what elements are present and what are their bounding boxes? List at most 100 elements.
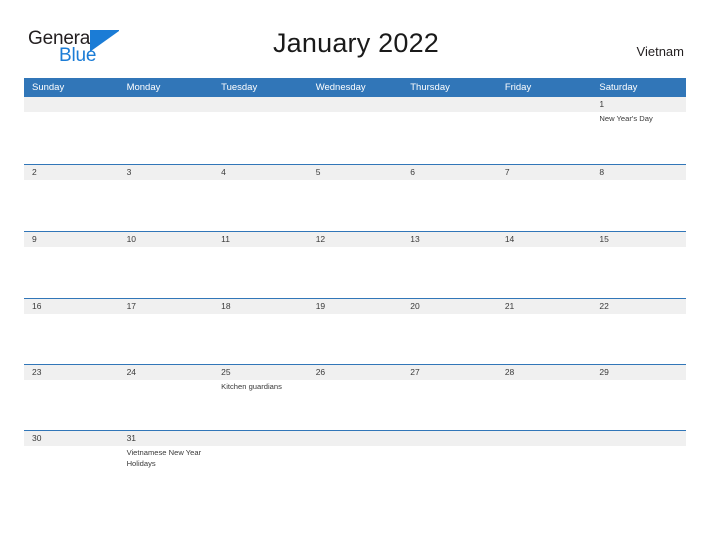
calendar-week-row: 1 New Year's Day: [24, 97, 686, 164]
day-number: 22: [591, 299, 686, 314]
day-events: New Year's Day: [591, 112, 686, 125]
day-number: [496, 431, 592, 446]
calendar-day-cell[interactable]: 25 Kitchen guardians: [213, 365, 308, 393]
calendar-day-cell[interactable]: 30: [24, 431, 119, 469]
day-number: 4: [213, 165, 308, 180]
calendar-week-row: 9 10 11 12 13 14 15: [24, 231, 686, 298]
calendar-day-cell[interactable]: 16: [24, 299, 119, 314]
calendar-day-cell[interactable]: 21: [496, 299, 592, 314]
calendar-day-cell[interactable]: 10: [118, 232, 214, 247]
calendar-week-inner: 30 31 Vietnamese New Year Holidays: [24, 431, 686, 469]
day-number: 24: [118, 365, 214, 380]
calendar-day-cell[interactable]: 17: [118, 299, 214, 314]
day-number: 16: [24, 299, 119, 314]
day-number: 25: [213, 365, 308, 380]
day-number: 31: [118, 431, 214, 446]
day-number: 15: [591, 232, 686, 247]
calendar-week-row: 2345678: [24, 164, 686, 231]
calendar-week-inner: 2345678: [24, 165, 686, 180]
day-number: 13: [402, 232, 497, 247]
calendar-day-cell[interactable]: 20: [402, 299, 497, 314]
calendar-day-cell-empty: [118, 97, 214, 125]
day-number: [118, 97, 214, 112]
day-number: 26: [307, 365, 403, 380]
day-number: 14: [496, 232, 592, 247]
day-number: 21: [496, 299, 592, 314]
day-number: 9: [24, 232, 119, 247]
weekday-header-sunday: Sunday: [32, 82, 65, 93]
calendar-day-cell-empty: [591, 431, 686, 469]
calendar-day-cell[interactable]: 14: [496, 232, 592, 247]
weekday-header-monday: Monday: [126, 82, 161, 93]
calendar-day-cell[interactable]: 28: [496, 365, 592, 393]
calendar-week-inner: 23 24 25 Kitchen guardians 26 27 28 29: [24, 365, 686, 393]
day-event-label: Kitchen guardians: [221, 382, 282, 391]
day-number: 23: [24, 365, 119, 380]
calendar-week-row: 23 24 25 Kitchen guardians 26 27 28 29: [24, 364, 686, 430]
day-number: [213, 431, 308, 446]
calendar-day-cell[interactable]: 11: [213, 232, 308, 247]
day-number: [591, 431, 686, 446]
day-number: 17: [118, 299, 214, 314]
day-number: 7: [496, 165, 592, 180]
day-number: 27: [402, 365, 497, 380]
calendar-weeks-container: 1 New Year's Day 2 3 4 5 6 7 8 9 10 11 12 13 14 15 16 17 1…: [24, 97, 686, 497]
weekday-header-friday: Friday: [504, 82, 532, 93]
day-number: 8: [591, 165, 686, 180]
calendar-day-cell[interactable]: 8: [591, 165, 686, 180]
calendar-day-cell[interactable]: 23: [24, 365, 119, 393]
day-number: 12: [307, 232, 403, 247]
calendar-day-cell[interactable]: 18: [213, 299, 308, 314]
calendar-grid: Sunday Monday Tuesday Wednesday Thursday…: [24, 78, 686, 497]
calendar-day-cell[interactable]: 2: [24, 165, 119, 180]
calendar-week-inner: 1 New Year's Day: [24, 97, 686, 125]
page-title: January 2022: [272, 28, 440, 58]
day-number: [307, 431, 403, 446]
calendar-day-cell[interactable]: 26: [307, 365, 403, 393]
calendar-day-cell[interactable]: 7: [496, 165, 592, 180]
calendar-day-cell[interactable]: 4: [213, 165, 308, 180]
calendar-day-cell[interactable]: 3: [118, 165, 214, 180]
day-number: [24, 97, 119, 112]
calendar-day-cell-empty: [213, 431, 308, 469]
day-number: 28: [496, 365, 592, 380]
day-number: 3: [118, 165, 214, 180]
day-events: Vietnamese New Year Holidays: [119, 446, 214, 469]
calendar-day-cell[interactable]: 15: [591, 232, 686, 247]
country-label: Vietnam: [636, 44, 684, 59]
calendar-day-cell[interactable]: 22: [591, 299, 686, 314]
calendar-day-cell[interactable]: 13: [402, 232, 497, 247]
day-number: 30: [24, 431, 119, 446]
calendar-day-cell[interactable]: 5: [307, 165, 403, 180]
day-number: [496, 97, 592, 112]
day-number: 29: [591, 365, 686, 380]
calendar-day-cell[interactable]: 19: [307, 299, 403, 314]
weekday-header-row: Sunday Monday Tuesday Wednesday Thursday…: [24, 78, 686, 97]
calendar-day-cell-empty: [496, 431, 592, 469]
day-number: [307, 97, 403, 112]
calendar-week-row: 30 31 Vietnamese New Year Holidays: [24, 430, 686, 497]
calendar-day-cell[interactable]: 31 Vietnamese New Year Holidays: [118, 431, 214, 469]
calendar-day-cell[interactable]: 24: [118, 365, 214, 393]
calendar-week-inner: 9 10 11 12 13 14 15: [24, 232, 686, 247]
calendar-day-cell-empty: [24, 97, 119, 125]
calendar-day-cell[interactable]: 12: [307, 232, 403, 247]
calendar-day-cell[interactable]: 29: [591, 365, 686, 393]
calendar-day-cell[interactable]: 1 New Year's Day: [591, 97, 686, 125]
weekday-header-thursday: Thursday: [410, 82, 450, 93]
weekday-header-wednesday: Wednesday: [315, 82, 366, 93]
page-header: General Blue January 2022 Vietnam: [0, 0, 712, 76]
calendar-day-cell[interactable]: 6: [402, 165, 497, 180]
day-number: 10: [118, 232, 214, 247]
weekday-header-tuesday: Tuesday: [221, 82, 258, 93]
calendar-day-cell-empty: [402, 431, 497, 469]
weekday-header-saturday: Saturday: [599, 82, 638, 93]
calendar-day-cell-empty: [307, 431, 403, 469]
calendar-day-cell-empty: [402, 97, 497, 125]
day-events: Kitchen guardians: [213, 380, 308, 393]
day-number: 2: [24, 165, 119, 180]
calendar-day-cell[interactable]: 27: [402, 365, 497, 393]
calendar-week-inner: 16 17 18 19 20 21 22: [24, 299, 686, 314]
calendar-day-cell[interactable]: 9: [24, 232, 119, 247]
day-number: [213, 97, 308, 112]
